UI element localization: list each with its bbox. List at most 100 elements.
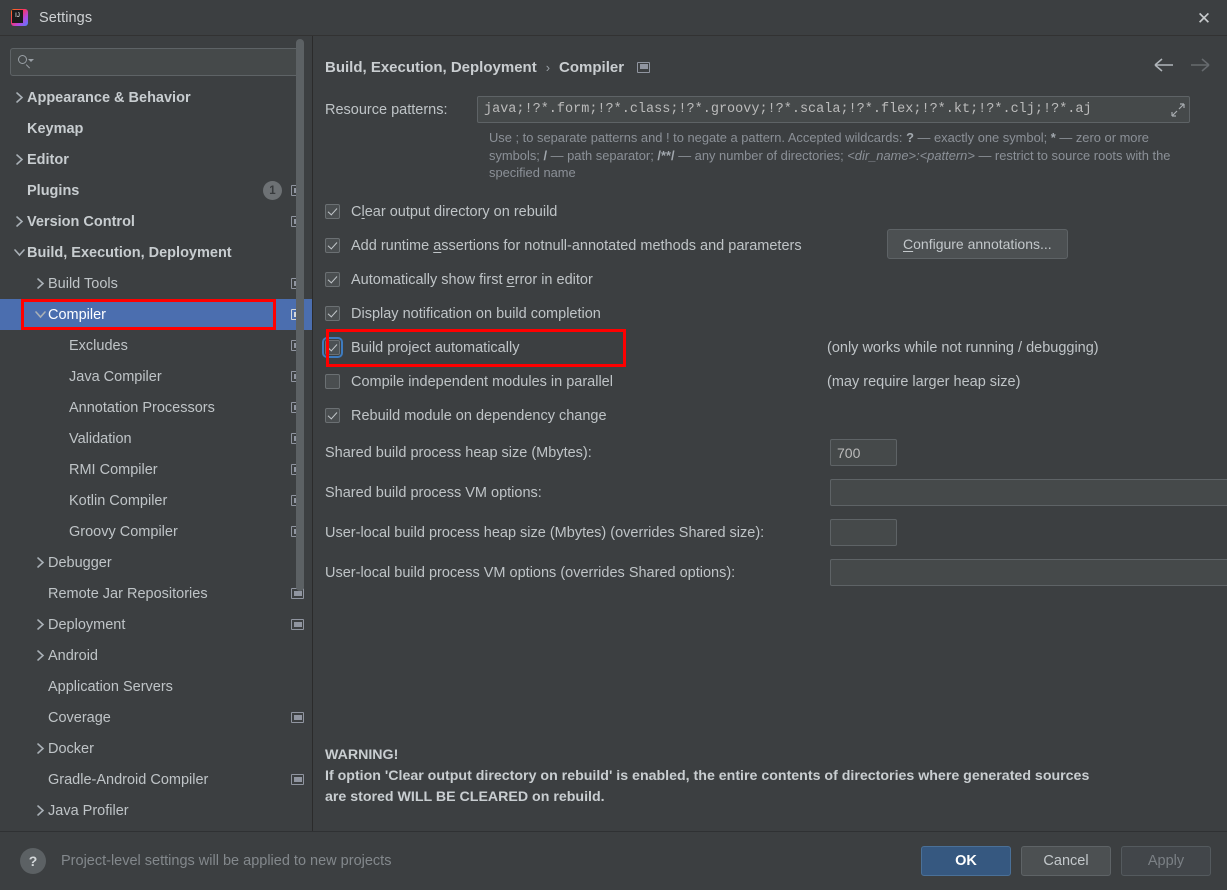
sidebar-item-java-profiler[interactable]: Java Profiler xyxy=(0,795,312,826)
search-icon xyxy=(17,54,34,70)
checkbox-side-note: (only works while not running / debuggin… xyxy=(827,339,1099,356)
sidebar-item-build-execution-deployment[interactable]: Build, Execution, Deployment xyxy=(0,237,312,268)
sidebar-item-label: Appearance & Behavior xyxy=(27,89,191,106)
sidebar-item-label: Coverage xyxy=(48,709,111,726)
hint-part-1: Use ; to separate patterns and ! to nega… xyxy=(489,130,907,145)
checkbox-row-build-project-automatically[interactable]: Build project automatically (only works w… xyxy=(322,331,1227,365)
checkbox-row-rebuild-module-on-dependency-change[interactable]: Rebuild module on dependency change xyxy=(325,399,1227,433)
checkbox-row-compile-independent-modules-in-parallel[interactable]: Compile independent modules in parallel (… xyxy=(325,365,1227,399)
arrow-right-icon[interactable] xyxy=(1189,54,1211,76)
field-input-shared-build-process-vm-options[interactable] xyxy=(830,479,1227,506)
chevron-right-icon[interactable] xyxy=(11,153,27,166)
sidebar-item-debugger[interactable]: Debugger xyxy=(0,547,312,578)
checkbox-label: Compile independent modules in parallel xyxy=(351,374,613,390)
sidebar-item-java-compiler[interactable]: Java Compiler xyxy=(0,361,312,392)
sidebar-item-validation[interactable]: Validation xyxy=(0,423,312,454)
sidebar-item-keymap[interactable]: Keymap xyxy=(0,113,312,144)
checkbox-row-clear-output-directory-on-rebuild[interactable]: Clear output directory on rebuild xyxy=(325,195,1227,229)
sidebar-item-version-control[interactable]: Version Control xyxy=(0,206,312,237)
checkbox-compile-independent-modules-in-parallel[interactable] xyxy=(325,374,340,389)
checkbox-build-project-automatically[interactable] xyxy=(322,337,343,358)
chevron-right-icon[interactable] xyxy=(32,618,48,631)
sidebar-item-docker[interactable]: Docker xyxy=(0,733,312,764)
sidebar-item-appearance-behavior[interactable]: Appearance & Behavior xyxy=(0,82,312,113)
field-row-shared-build-process-heap-size-mbytes: Shared build process heap size (Mbytes):… xyxy=(325,433,1227,473)
hint-part-2: — exactly one symbol; xyxy=(913,130,1051,145)
window-titlebar: Settings ✕ xyxy=(0,0,1227,36)
hint-part-5: — any number of directories; xyxy=(674,147,848,163)
field-label: Shared build process VM options: xyxy=(325,484,542,501)
search-box[interactable] xyxy=(10,48,302,76)
field-input-user-local-build-process-vm-options-overrides-shared-options[interactable] xyxy=(830,559,1227,586)
checkbox-rebuild-module-on-dependency-change[interactable] xyxy=(325,408,340,423)
checkbox-label: Build project automatically xyxy=(351,340,519,356)
breadcrumb-separator: › xyxy=(545,59,551,75)
cancel-button[interactable]: Cancel xyxy=(1021,845,1111,876)
sidebar-item-excludes[interactable]: Excludes xyxy=(0,330,312,361)
checkbox-label: Automatically show first error in editor xyxy=(351,272,593,288)
chevron-right-icon[interactable] xyxy=(32,277,48,290)
search-input[interactable] xyxy=(33,54,295,70)
resource-patterns-label: Resource patterns: xyxy=(325,101,448,118)
checkbox-row-display-notification-on-build-completion[interactable]: Display notification on build completion xyxy=(325,297,1227,331)
checkbox-row-add-runtime-assertions-for-notnull-annotated-methods-and-parameters[interactable]: Add runtime assertions for notnull-annot… xyxy=(325,228,1227,263)
chevron-right-icon[interactable] xyxy=(32,649,48,662)
checkbox-label-mnemonic: e xyxy=(506,271,515,288)
sidebar-item-remote-jar-repositories[interactable]: Remote Jar Repositories xyxy=(0,578,312,609)
breadcrumb-parent[interactable]: Build, Execution, Deployment xyxy=(325,59,537,76)
chevron-right-icon[interactable] xyxy=(11,215,27,228)
sidebar-item-gradle-android-compiler[interactable]: Gradle-Android Compiler xyxy=(0,764,312,795)
checkbox-automatically-show-first-error-in-editor[interactable] xyxy=(325,272,340,287)
sidebar-item-application-servers[interactable]: Application Servers xyxy=(0,671,312,702)
chevron-right-icon[interactable] xyxy=(32,742,48,755)
hint-part-4: — path separator; xyxy=(547,147,658,163)
resource-patterns-row: Resource patterns: xyxy=(325,96,1227,123)
ok-button[interactable]: OK xyxy=(921,845,1011,876)
sidebar-item-label: Validation xyxy=(69,430,132,447)
warning-title: WARNING! xyxy=(325,747,399,763)
checkbox-row-automatically-show-first-error-in-editor[interactable]: Automatically show first error in editor xyxy=(325,263,1227,297)
resource-patterns-field[interactable] xyxy=(477,96,1190,123)
field-input-user-local-build-process-heap-size-mbytes-overrides-shared-size[interactable] xyxy=(830,519,897,546)
field-input-shared-build-process-heap-size-mbytes[interactable]: 700 xyxy=(830,439,897,466)
expand-icon[interactable] xyxy=(1171,102,1185,117)
arrow-left-icon[interactable] xyxy=(1153,54,1175,76)
sidebar-item-label: Compiler xyxy=(48,306,107,323)
help-icon[interactable]: ? xyxy=(20,847,46,874)
sidebar-item-label: Application Servers xyxy=(48,678,173,695)
sidebar-item-compiler[interactable]: Compiler xyxy=(0,299,312,330)
chevron-right-icon[interactable] xyxy=(32,804,48,817)
sidebar-item-label: Kotlin Compiler xyxy=(69,492,168,509)
sidebar-item-deployment[interactable]: Deployment xyxy=(0,609,312,640)
checkbox-display-notification-on-build-completion[interactable] xyxy=(325,306,340,321)
sidebar-item-editor[interactable]: Editor xyxy=(0,144,312,175)
sidebar-item-groovy-compiler[interactable]: Groovy Compiler xyxy=(0,516,312,547)
resource-patterns-input[interactable] xyxy=(484,102,1171,117)
sidebar-scrollbar[interactable] xyxy=(296,39,304,591)
checkbox-label-post: ear output directory on rebuild xyxy=(364,203,558,220)
sidebar-item-rmi-compiler[interactable]: RMI Compiler xyxy=(0,454,312,485)
sidebar-item-kotlin-compiler[interactable]: Kotlin Compiler xyxy=(0,485,312,516)
sidebar-item-plugins[interactable]: Plugins 1 xyxy=(0,175,312,206)
apply-button[interactable]: Apply xyxy=(1121,845,1211,876)
sidebar-item-annotation-processors[interactable]: Annotation Processors xyxy=(0,392,312,423)
field-row-shared-build-process-vm-options: Shared build process VM options: xyxy=(325,473,1227,513)
chevron-right-icon[interactable] xyxy=(32,556,48,569)
checkbox-label-post: rror in editor xyxy=(514,271,593,288)
sidebar-item-android[interactable]: Android xyxy=(0,640,312,671)
chevron-down-icon[interactable] xyxy=(11,248,27,257)
chevron-down-icon[interactable] xyxy=(32,310,48,319)
hint-wildcard-question: ? xyxy=(906,130,914,145)
checkbox-add-runtime-assertions-for-notnull-annotated-methods-and-parameters[interactable] xyxy=(325,238,340,253)
settings-sidebar: Appearance & Behavior Keymap Editor Plugins… xyxy=(0,36,313,831)
sidebar-item-label: Annotation Processors xyxy=(69,399,215,416)
sidebar-item-build-tools[interactable]: Build Tools xyxy=(0,268,312,299)
sidebar-item-coverage[interactable]: Coverage xyxy=(0,702,312,733)
checkbox-clear-output-directory-on-rebuild[interactable] xyxy=(325,204,340,219)
chevron-right-icon[interactable] xyxy=(11,91,27,104)
checkbox-list: Clear output directory on rebuild Add run… xyxy=(322,195,1227,433)
configure-annotations-button[interactable]: Configure annotations... xyxy=(887,228,1068,259)
checkbox-label: Clear output directory on rebuild xyxy=(351,204,557,220)
close-icon[interactable]: ✕ xyxy=(1181,0,1227,36)
sidebar-item-label: Editor xyxy=(27,151,69,168)
